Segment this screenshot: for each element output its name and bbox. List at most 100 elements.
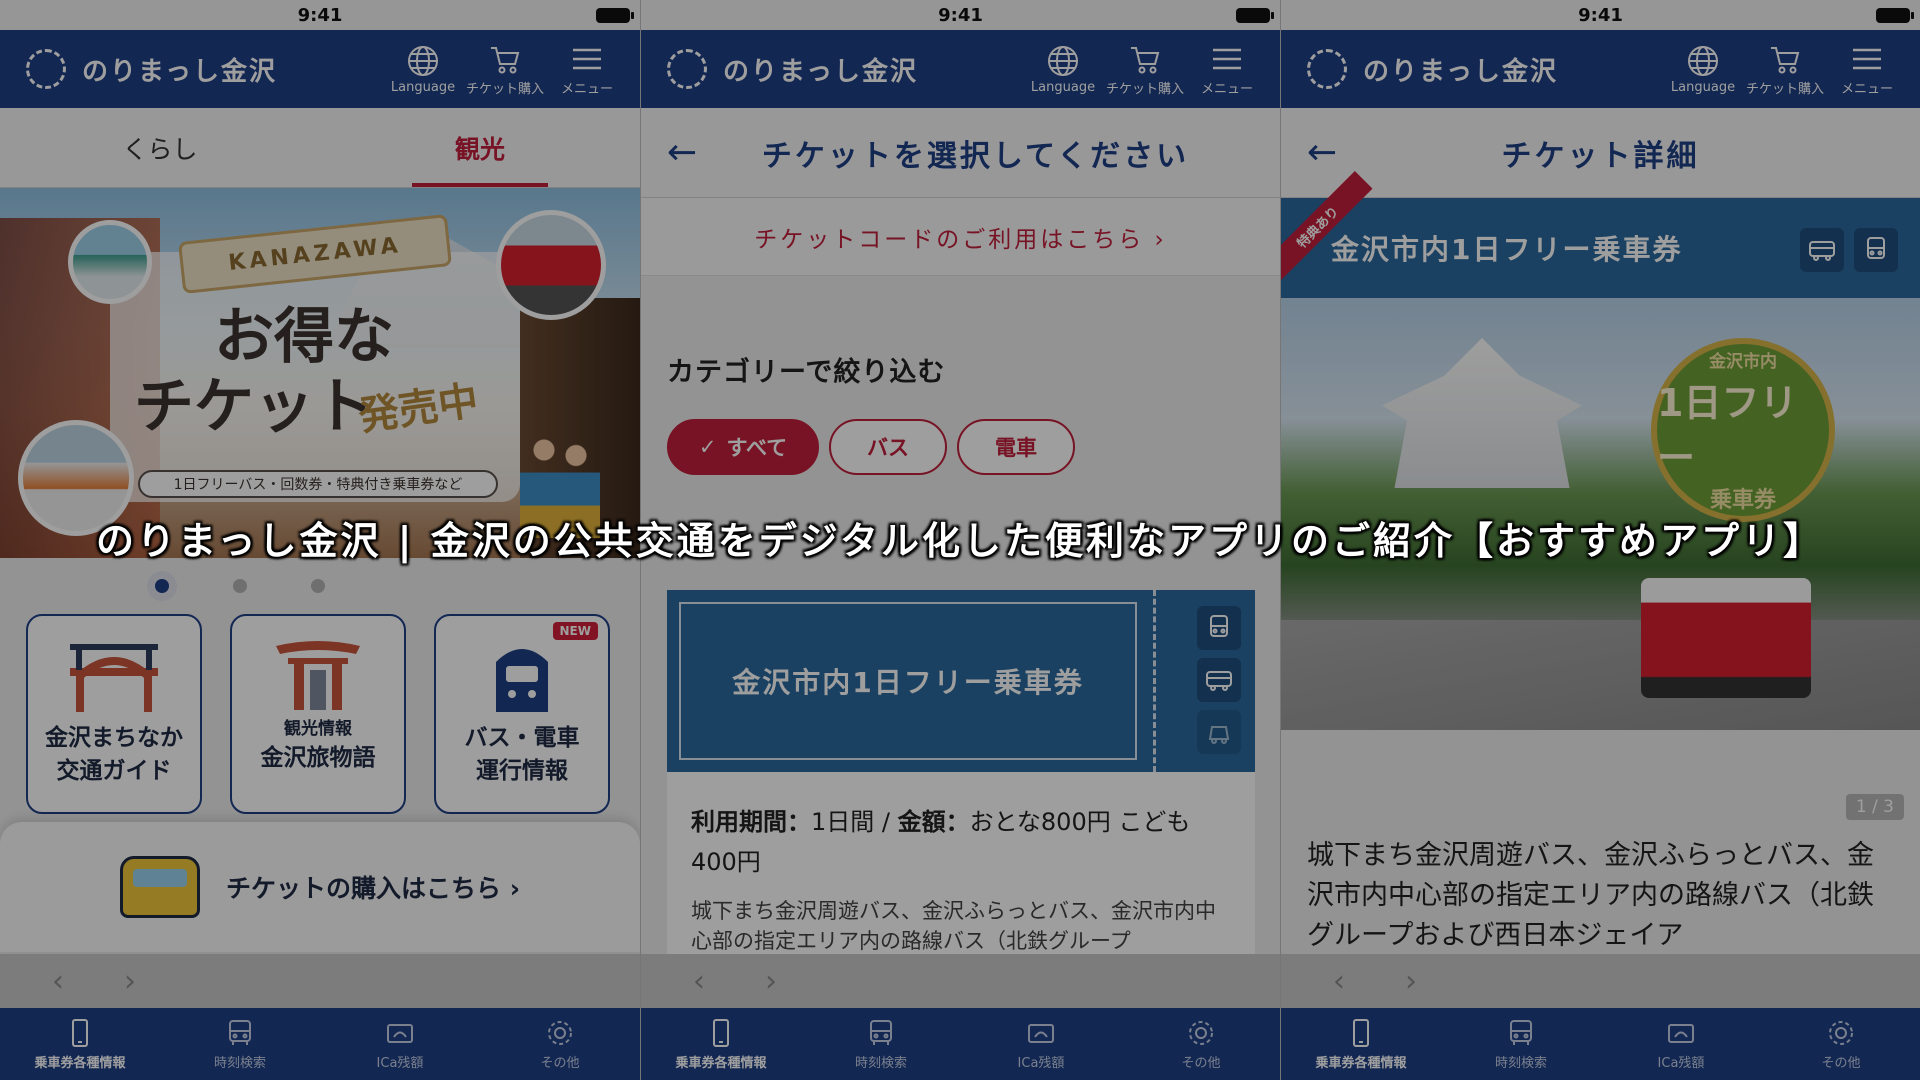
ticket-buy-label: チケット購入	[1105, 81, 1184, 97]
page-title: チケット詳細	[1501, 138, 1700, 174]
forward-nav-button[interactable]: ›	[765, 964, 777, 999]
ticket-name: 金沢市内1日フリー乗車券	[679, 602, 1137, 760]
tab-timetable[interactable]: 時刻検索	[160, 1008, 320, 1080]
bottom-tab-bar: 乗車券各種情報 時刻検索 ICa残額 その他	[641, 1008, 1280, 1080]
card-icon	[387, 1023, 413, 1043]
carousel-dots	[0, 558, 640, 614]
language-label: Language	[1670, 79, 1736, 95]
status-bar: 9:41	[641, 0, 1280, 30]
tab-ica-balance[interactable]: ICa残額	[1601, 1008, 1761, 1080]
logo-icon	[1307, 49, 1347, 89]
ticket-period-price: 利用期間：1日間 / 金額：おとな800円 こども400円	[691, 808, 1191, 876]
purchase-label: チケットの購入はこちら ›	[225, 874, 520, 903]
app-header: のりまっし金沢 Language チケット購入 メニュー	[0, 30, 640, 108]
ticket-buy-label: チケット購入	[1745, 81, 1824, 97]
card-icon	[1668, 1023, 1694, 1043]
chip-all[interactable]: ✓ すべて	[667, 419, 819, 475]
language-button[interactable]: Language	[1022, 44, 1104, 95]
language-button[interactable]: Language	[1662, 44, 1744, 95]
ticket-description: 城下まち金沢周遊バス、金沢ふらっとバス、金沢市内中心部の指定エリア内の路線バス（…	[691, 899, 1216, 953]
chip-train[interactable]: 電車	[957, 419, 1075, 475]
bridge-icon	[70, 644, 158, 712]
filter-chips: ✓ すべて バス 電車	[667, 419, 1254, 475]
ticket-buy-button[interactable]: チケット購入	[1744, 42, 1826, 97]
card-label: バス・電車 運行情報	[464, 725, 580, 784]
chip-bus[interactable]: バス	[829, 419, 947, 475]
back-arrow-icon[interactable]: ←	[1307, 132, 1337, 173]
back-nav-button[interactable]: ‹	[52, 964, 64, 999]
free-pass-stamp: 金沢市内 1日フリー 乗車券	[1651, 338, 1835, 522]
language-button[interactable]: Language	[382, 44, 464, 95]
ticket-perforation	[1153, 590, 1156, 772]
tab-other[interactable]: その他	[480, 1008, 640, 1080]
ticket-card[interactable]: 金沢市内1日フリー乗車券	[667, 590, 1255, 772]
cart-icon	[1771, 46, 1800, 73]
tab-label: ICa残額	[1657, 1055, 1705, 1071]
hero-subtitle: 1日フリーバス・回数券・特典付き乗車券など	[138, 470, 498, 498]
status-time: 9:41	[297, 5, 343, 26]
status-bar: 9:41	[0, 0, 640, 30]
card-label: 金沢まちなか 交通ガイド	[45, 725, 183, 784]
carousel-dot[interactable]	[233, 579, 247, 593]
forward-nav-button[interactable]: ›	[1405, 964, 1417, 999]
ticket-buy-button[interactable]: チケット購入	[464, 42, 546, 97]
menu-button[interactable]: メニュー	[546, 42, 628, 97]
globe-icon	[1048, 45, 1078, 76]
ticket-title: 金沢市内1日フリー乗車券	[1331, 233, 1683, 266]
tab-label: その他	[1821, 1055, 1861, 1071]
menu-label: メニュー	[560, 81, 613, 97]
status-time: 9:41	[938, 5, 983, 26]
phone-icon	[1353, 1018, 1369, 1047]
back-arrow-icon[interactable]: ←	[667, 132, 697, 173]
forward-nav-button[interactable]: ›	[124, 964, 136, 999]
tab-label: ICa残額	[1017, 1055, 1065, 1071]
back-nav-button[interactable]: ‹	[1333, 964, 1345, 999]
ticket-mode-icons	[1800, 228, 1898, 272]
carousel-dot[interactable]	[155, 579, 169, 593]
menu-button[interactable]: メニュー	[1826, 42, 1908, 97]
menu-button[interactable]: メニュー	[1186, 42, 1268, 97]
ticket-purchase-button[interactable]: チケットの購入はこちら ›	[0, 822, 640, 952]
bus-icon	[1510, 1019, 1532, 1045]
app-header: のりまっし金沢 Language チケット購入 メニュー	[1281, 30, 1920, 108]
tab-ica-balance[interactable]: ICa残額	[961, 1008, 1121, 1080]
back-nav-button[interactable]: ‹	[693, 964, 705, 999]
hamburger-icon	[1213, 48, 1241, 69]
carousel-dot[interactable]	[311, 579, 325, 593]
globe-icon	[408, 45, 438, 76]
page-header: ← チケットを選択してください	[641, 108, 1280, 198]
logo-icon	[26, 49, 66, 89]
card-operation-info[interactable]: NEW バス・電車 運行情報	[434, 614, 610, 814]
tab-ticket-info[interactable]: 乗車券各種情報	[0, 1008, 160, 1080]
category-tabs: くらし 観光	[0, 108, 640, 188]
battery-icon	[1236, 8, 1274, 23]
check-icon: ✓	[698, 435, 717, 459]
tab-label: ICa残額	[376, 1055, 424, 1071]
ticket-code-link[interactable]: チケットコードのご利用はこちら ›	[641, 198, 1280, 276]
ticket-buy-button[interactable]: チケット購入	[1104, 42, 1186, 97]
battery-icon	[596, 8, 634, 23]
bus-icon	[1800, 228, 1844, 272]
bus-front-icon	[496, 649, 548, 712]
tab-timetable[interactable]: 時刻検索	[801, 1008, 961, 1080]
tab-label: 乗車券各種情報	[675, 1055, 767, 1071]
app-title: のりまっし金沢	[1363, 56, 1558, 87]
logo-icon	[667, 49, 707, 89]
language-label: Language	[1030, 79, 1096, 95]
app-header: のりまっし金沢 Language チケット購入 メニュー	[641, 30, 1280, 108]
tab-timetable[interactable]: 時刻検索	[1441, 1008, 1601, 1080]
bus-mascot-icon	[119, 856, 200, 918]
tab-other[interactable]: その他	[1761, 1008, 1920, 1080]
tab-ticket-info[interactable]: 乗車券各種情報	[641, 1008, 801, 1080]
tab-kurashi[interactable]: くらし	[0, 108, 320, 187]
phone-icon	[713, 1018, 729, 1047]
tab-ica-balance[interactable]: ICa残額	[320, 1008, 480, 1080]
card-tourism-info[interactable]: 観光情報 金沢旅物語	[230, 614, 406, 814]
menu-label: メニュー	[1840, 81, 1893, 97]
tab-label: 時刻検索	[1494, 1055, 1547, 1071]
tab-kankou[interactable]: 観光	[320, 108, 640, 187]
tab-ticket-info[interactable]: 乗車券各種情報	[1281, 1008, 1441, 1080]
hero-banner[interactable]: KANAZAWA お得な チケット 発売中 1日フリーバス・回数券・特典付き乗車…	[0, 188, 640, 558]
tab-other[interactable]: その他	[1121, 1008, 1280, 1080]
card-transit-guide[interactable]: 金沢まちなか 交通ガイド	[26, 614, 202, 814]
